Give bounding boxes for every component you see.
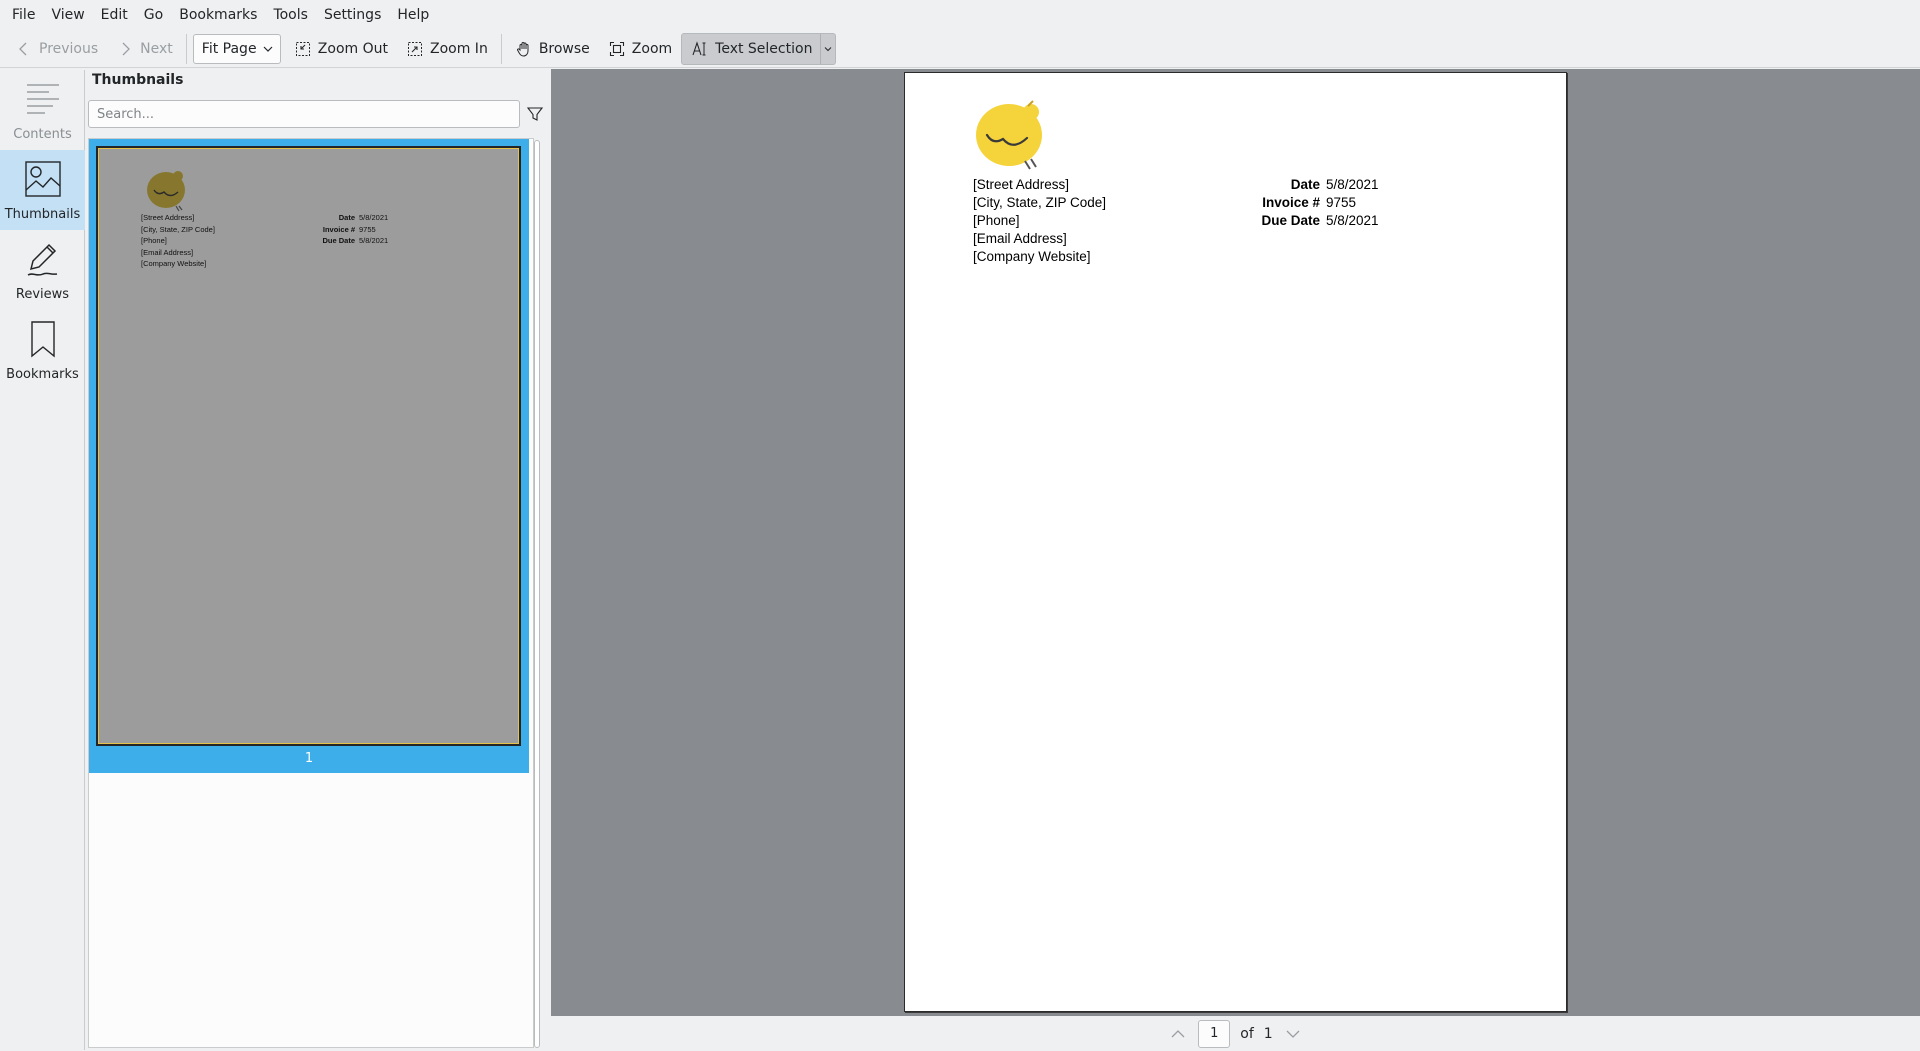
zoom-mode-select[interactable]: Fit Page xyxy=(192,33,281,64)
svg-text:5/8/2021: 5/8/2021 xyxy=(359,236,388,245)
sidebar-tab-label: Bookmarks xyxy=(6,366,79,382)
filter-icon[interactable] xyxy=(526,105,544,123)
menu-view[interactable]: View xyxy=(43,0,92,30)
page-navigation: of 1 xyxy=(551,1016,1920,1051)
text-selection-button[interactable]: Text Selection xyxy=(681,32,823,65)
thumbnail-search-input[interactable] xyxy=(89,101,519,127)
bookmark-icon xyxy=(30,320,55,357)
zoom-out-label: Zoom Out xyxy=(317,40,388,57)
thumbnails-panel: Thumbnails [Street Address] [City, State… xyxy=(86,70,549,1050)
chevron-left-icon xyxy=(19,42,27,55)
menu-help[interactable]: Help xyxy=(389,0,437,30)
sidebar-tabs: Contents Thumbnails Reviews Bookmarks xyxy=(0,70,85,1050)
thumbnail-page-number: 1 xyxy=(304,751,314,766)
address-line: [Street Address] xyxy=(973,177,1070,192)
next-button[interactable]: Next xyxy=(107,33,182,65)
zoom-mode-value: Fit Page xyxy=(201,40,257,57)
zoom-tool-icon xyxy=(609,41,624,56)
sidebar-tab-reviews[interactable]: Reviews xyxy=(0,230,85,310)
menu-bar: File View Edit Go Bookmarks Tools Settin… xyxy=(0,0,1920,30)
chevron-down-icon[interactable] xyxy=(1283,1024,1303,1044)
chevron-down-icon xyxy=(263,46,273,52)
due-date-value: 5/8/2021 xyxy=(1326,213,1379,228)
thumbnail-preview-drawing: [Street Address] [City, State, ZIP Code]… xyxy=(141,171,388,268)
menu-file[interactable]: File xyxy=(4,0,43,30)
svg-text:Invoice #: Invoice # xyxy=(323,225,356,234)
sidebar-tab-label: Thumbnails xyxy=(4,206,81,222)
svg-text:[City, State, ZIP Code]: [City, State, ZIP Code] xyxy=(141,225,215,234)
text-selection-icon xyxy=(692,40,706,55)
document-view[interactable]: [Street Address] [City, State, ZIP Code]… xyxy=(551,69,1920,1016)
previous-button[interactable]: Previous xyxy=(6,33,107,65)
zoom-label: Zoom xyxy=(631,40,673,57)
document-page: [Street Address] [City, State, ZIP Code]… xyxy=(904,72,1567,1012)
image-icon xyxy=(24,160,61,197)
zoom-tool-button[interactable]: Zoom xyxy=(599,33,681,65)
thumbnail-page-preview: [Street Address] [City, State, ZIP Code]… xyxy=(96,146,521,746)
sidebar-tab-contents[interactable]: Contents xyxy=(0,70,85,150)
thumbnail-item[interactable]: [Street Address] [City, State, ZIP Code]… xyxy=(89,139,529,773)
current-page-input[interactable] xyxy=(1198,1019,1231,1048)
address-line: [City, State, ZIP Code] xyxy=(973,195,1107,210)
browse-tool-button[interactable]: Browse xyxy=(506,33,599,65)
chevron-up-icon[interactable] xyxy=(1168,1024,1188,1044)
zoom-out-icon xyxy=(295,41,310,56)
previous-label: Previous xyxy=(39,40,99,57)
thumbnail-scrollbar[interactable] xyxy=(534,140,540,1048)
chevron-right-icon xyxy=(122,42,131,55)
invoice-number-label: Invoice # xyxy=(1262,195,1320,210)
thumbnail-list: [Street Address] [City, State, ZIP Code]… xyxy=(88,138,534,1048)
address-line: [Company Website] xyxy=(973,249,1091,264)
main-toolbar: Previous Next Fit Page Zoom Out Zoom In … xyxy=(0,30,1920,68)
svg-text:[Street Address]: [Street Address] xyxy=(141,213,194,222)
date-value: 5/8/2021 xyxy=(1326,177,1379,192)
browse-label: Browse xyxy=(538,40,590,57)
address-line: [Email Address] xyxy=(973,231,1067,246)
svg-text:[Email Address]: [Email Address] xyxy=(141,248,193,257)
menu-settings[interactable]: Settings xyxy=(316,0,389,30)
invoice-number-value: 9755 xyxy=(1326,195,1357,210)
svg-text:[Phone]: [Phone] xyxy=(141,236,167,245)
svg-text:[Company Website]: [Company Website] xyxy=(141,259,206,268)
sidebar-tab-label: Contents xyxy=(13,126,72,142)
svg-text:9755: 9755 xyxy=(359,225,376,234)
zoom-in-button[interactable]: Zoom In xyxy=(397,33,497,65)
hand-icon xyxy=(516,41,529,57)
svg-text:Date: Date xyxy=(339,213,355,222)
address-line: [Phone] xyxy=(973,213,1020,228)
sidebar-tab-label: Reviews xyxy=(15,286,70,302)
company-logo xyxy=(976,100,1042,170)
sidebar-tab-bookmarks[interactable]: Bookmarks xyxy=(0,310,85,390)
zoom-in-label: Zoom In xyxy=(430,40,488,57)
due-date-label: Due Date xyxy=(1261,213,1320,228)
panel-title: Thumbnails xyxy=(92,72,184,88)
search-box xyxy=(88,100,520,128)
svg-text:Due Date: Due Date xyxy=(322,236,355,245)
toolbar-separator xyxy=(185,33,187,64)
menu-bookmarks[interactable]: Bookmarks xyxy=(171,0,265,30)
menu-edit[interactable]: Edit xyxy=(93,0,136,30)
page-of-label: of xyxy=(1240,1025,1254,1042)
menu-tools[interactable]: Tools xyxy=(265,0,316,30)
next-label: Next xyxy=(140,40,173,57)
date-label: Date xyxy=(1290,177,1320,192)
zoom-out-button[interactable]: Zoom Out xyxy=(285,33,397,65)
sidebar-tab-thumbnails[interactable]: Thumbnails xyxy=(0,150,85,230)
svg-text:5/8/2021: 5/8/2021 xyxy=(359,213,388,222)
menu-go[interactable]: Go xyxy=(136,0,171,30)
text-selection-label: Text Selection xyxy=(715,40,813,57)
toolbar-separator xyxy=(500,33,502,64)
total-pages: 1 xyxy=(1263,1025,1273,1042)
text-selection-dropdown[interactable] xyxy=(820,32,837,65)
contents-icon xyxy=(26,83,59,114)
chevron-down-icon xyxy=(825,46,832,51)
zoom-in-icon xyxy=(408,41,422,56)
pen-icon xyxy=(27,243,57,276)
